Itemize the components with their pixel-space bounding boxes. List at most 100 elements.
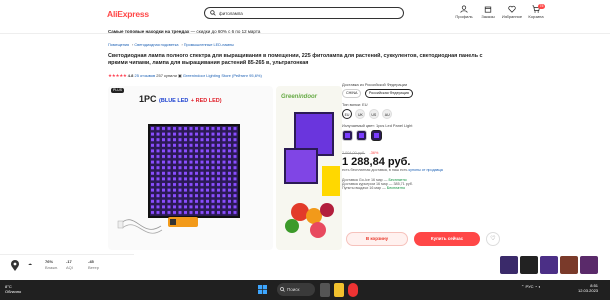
wishlist-button[interactable]: ♡ (486, 232, 500, 246)
store-icon: ▣ (177, 73, 182, 78)
plug-option-uk[interactable]: UK (355, 109, 366, 119)
map-pin-icon (11, 260, 19, 271)
image-label: 1PC (BLUE LED + RED LED) (139, 94, 222, 104)
wifi-icon[interactable]: ◔ (535, 284, 537, 289)
rating-stars: ★★★★★ (108, 73, 127, 78)
delivery-text: Пункты выдачи 16 мар — (342, 186, 386, 190)
weather-widget[interactable]: ☁ 76% Влажн. -17 AQI -45 Ветер (0, 254, 134, 276)
breadcrumb-item[interactable]: Помещения (108, 43, 129, 47)
widget-aqi-label: AQI (66, 265, 73, 270)
color-swatch[interactable] (342, 130, 353, 141)
aliexpress-logo[interactable]: AliExpress (107, 9, 149, 19)
ship-option-russia[interactable]: Российская Федерация (364, 89, 413, 98)
recommended-item[interactable] (540, 256, 558, 274)
recommended-item[interactable] (520, 256, 538, 274)
store-link[interactable]: Greenindoor Lighting Store (Рейтинг 95,6… (183, 73, 262, 78)
box-icon (484, 6, 492, 13)
ship-from-label: Доставка из Российской Федерации (342, 82, 408, 87)
product-title: Светодиодная лампа полного спектра для в… (108, 53, 483, 66)
promo-bold: Самые топовые находки на трендах (108, 29, 190, 34)
taskbar-weather-desc: Облачно (5, 289, 22, 294)
old-price: 2 004,00 руб. (342, 151, 366, 155)
recommended-item[interactable] (580, 256, 598, 274)
user-icon (460, 5, 468, 13)
windows-start-icon[interactable] (258, 285, 267, 294)
widget-aqi: -17 (66, 259, 72, 264)
profile-label: Профиль (455, 14, 473, 19)
heart-icon: ♡ (490, 236, 496, 242)
search-bar[interactable] (204, 7, 404, 19)
plug-option-au[interactable]: AU (382, 109, 393, 119)
color-swatch[interactable] (370, 130, 382, 141)
taskbar-search[interactable]: Поиск (277, 283, 315, 296)
cart-button[interactable]: 75 Корзина (524, 4, 548, 19)
image-label-count: 1PC (139, 94, 157, 104)
widget-humidity-label: Влажн. (45, 265, 59, 270)
profile-button[interactable]: Профиль (452, 5, 476, 19)
main-product-image[interactable]: PLUS 1PC (BLUE LED + RED LED) (108, 86, 273, 250)
promo-banner[interactable]: Самые топовые находки на трендах — скидк… (108, 29, 260, 34)
widget-cloud-icon: ☁ (28, 261, 32, 266)
heart-icon (508, 5, 516, 13)
image-label-blue: (BLUE LED (159, 98, 189, 104)
color-label: Излучаемый цвет: 1pcs Led Panel Light (342, 123, 413, 128)
plug-option-eu[interactable]: EU (342, 109, 352, 119)
led-grid (150, 126, 238, 216)
yandex-browser-icon[interactable] (348, 283, 358, 297)
buy-now-button[interactable]: Купить сейчас (414, 232, 480, 246)
power-cable-image (117, 217, 198, 234)
taskbar-weather[interactable]: 8°C Облачно (5, 284, 21, 294)
plus-tag: PLUS (111, 88, 125, 93)
cart-label: Корзина (528, 14, 544, 19)
product-gallery: PLUS 1PC (BLUE LED + RED LED) Greenindoo… (108, 86, 342, 268)
coupons-link[interactable]: купоны от продавца (409, 168, 443, 172)
cart-badge: 75 (538, 4, 545, 9)
shipping-note-text: есть бесплатная доставка, в наш есть (342, 168, 408, 172)
language-indicator[interactable]: РУС (525, 284, 533, 289)
rating-value: 4.8 (127, 73, 134, 78)
widget-humidity: 76% (45, 259, 54, 264)
task-view-icon[interactable] (320, 283, 330, 297)
ship-option-china[interactable]: CHINA (342, 89, 362, 98)
clock-date: 12.03.2023 (578, 288, 599, 293)
favorites-label: Избранное (501, 14, 523, 19)
volume-icon[interactable]: ◖ (538, 284, 540, 289)
taskbar-search-label: Поиск (287, 287, 300, 292)
color-swatch[interactable] (356, 130, 368, 141)
secondary-product-image[interactable]: Greenindoor (276, 86, 342, 250)
discount-badge: -36% (369, 151, 379, 155)
breadcrumb: Помещения › Светодиодная подсветка › Промы… (108, 43, 234, 47)
windows-taskbar: Поиск ⌃ РУС ◔ ◖ 8:51 12.03.2023 (0, 280, 610, 300)
add-to-cart-button[interactable]: В корзину (346, 232, 408, 246)
recommended-item[interactable] (560, 256, 578, 274)
delivery-row: Пункты выдачи 16 мар — Бесплатно (342, 186, 507, 190)
current-price: 1 288,84 руб. (342, 156, 411, 168)
promo-text: — скидки до 60% с 6 по 12 марта (190, 29, 261, 34)
rating-row: ★★★★★ 4.8 25 отзывов 257 купили ▣ Greeni… (108, 73, 262, 79)
plug-option-us[interactable]: US (368, 109, 379, 119)
plug-type-label: Тип вилки: EU (342, 102, 368, 107)
file-explorer-icon[interactable] (334, 283, 344, 297)
search-input[interactable] (219, 9, 399, 18)
orders-label: Заказы (481, 14, 495, 19)
widget-wind-label: Ветер (88, 265, 99, 270)
reviews-link[interactable]: 25 отзывов (134, 73, 155, 78)
purchase-panel: Доставка из Российской Федерации CHINA Р… (342, 82, 507, 190)
delivery-free: Бесплатно (386, 186, 406, 190)
breadcrumb-item[interactable]: Промышленные LED-лампы (184, 43, 234, 47)
site-header: AliExpress Профиль Заказы Избранное 75 К… (0, 0, 610, 34)
widget-wind: -45 (88, 259, 94, 264)
color-options (342, 130, 507, 143)
orders-button[interactable]: Заказы (476, 5, 500, 19)
ship-from-options: CHINA Российская Федерация (342, 89, 507, 98)
brand-logo: Greenindoor (281, 94, 318, 100)
image-label-red: + RED LED) (190, 98, 222, 104)
search-icon (280, 286, 285, 292)
breadcrumb-item[interactable]: Светодиодная подсветка (134, 43, 178, 47)
taskbar-clock[interactable]: 8:51 12.03.2023 (578, 283, 598, 293)
recommended-strip (500, 256, 610, 276)
favorites-button[interactable]: Избранное (500, 5, 524, 19)
recommended-item[interactable] (500, 256, 518, 274)
chevron-up-icon[interactable]: ⌃ (521, 284, 524, 289)
sold-count: 257 купили (156, 73, 177, 78)
